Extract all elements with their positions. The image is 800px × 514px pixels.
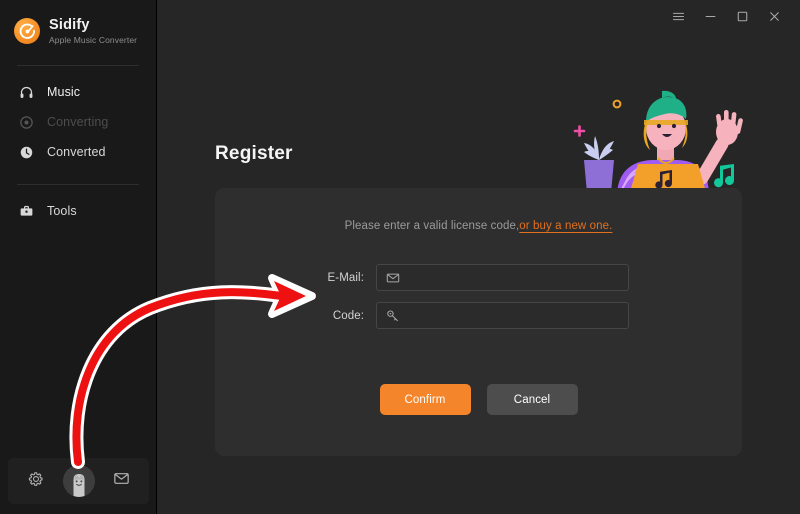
sidebar-item-label: Converting	[47, 115, 109, 129]
sidebar-item-label: Music	[47, 85, 81, 99]
sidebar-item-tools[interactable]: Tools	[0, 196, 156, 226]
buy-license-link[interactable]: or buy a new one.	[519, 220, 612, 232]
page-title: Register	[215, 143, 293, 164]
code-field-row: Code:	[215, 302, 742, 329]
sidebar-item-label: Tools	[47, 204, 77, 218]
code-field-label: Code:	[332, 309, 364, 322]
window-titlebar-controls	[662, 0, 800, 38]
sidebar-item-label: Converted	[47, 145, 106, 159]
settings-button[interactable]	[26, 471, 46, 491]
main-content-area: Register Please enter a valid license co…	[157, 0, 800, 514]
toolbox-icon	[18, 203, 34, 219]
laptop-music-note-icon	[655, 170, 673, 189]
sidify-logo-icon	[14, 18, 40, 44]
cancel-button[interactable]: Cancel	[486, 384, 578, 415]
clock-icon	[18, 144, 34, 160]
key-icon	[385, 308, 400, 323]
user-avatar	[62, 465, 95, 497]
license-hint-row: Please enter a valid license code,or buy…	[215, 220, 742, 232]
email-field[interactable]	[400, 271, 628, 284]
brand-text: Sidify Apple Music Converter	[49, 16, 138, 45]
brand-logo-area: Sidify Apple Music Converter	[0, 0, 156, 48]
sidebar-nav-primary: Music Converting Converted	[0, 66, 156, 167]
sidebar-item-converted[interactable]: Converted	[0, 137, 156, 167]
music-note-decoration	[714, 164, 735, 188]
email-input-wrapper[interactable]	[376, 264, 629, 291]
code-field[interactable]	[400, 309, 628, 322]
minimize-icon	[703, 9, 718, 29]
register-actions: Confirm Cancel	[215, 384, 742, 415]
sidebar: Sidify Apple Music Converter Music Conve…	[0, 0, 157, 514]
sidify-application-window: Sidify Apple Music Converter Music Conve…	[0, 0, 800, 514]
minimize-button[interactable]	[694, 4, 726, 34]
sidebar-item-music[interactable]: Music	[0, 77, 156, 107]
logo-glyph-icon	[19, 23, 35, 39]
envelope-icon	[113, 470, 130, 492]
register-card: Please enter a valid license code,or buy…	[215, 188, 742, 456]
hamburger-menu-icon	[671, 9, 686, 29]
close-button[interactable]	[758, 4, 790, 34]
sidebar-item-converting[interactable]: Converting	[0, 107, 156, 137]
headphones-icon	[18, 84, 34, 100]
maximize-button[interactable]	[726, 4, 758, 34]
feedback-button[interactable]	[111, 471, 131, 491]
sidebar-nav-secondary: Tools	[0, 185, 156, 226]
code-input-wrapper[interactable]	[376, 302, 629, 329]
close-icon	[767, 9, 782, 29]
person-waving-at-laptop-illustration	[573, 90, 743, 196]
brand-subtitle: Apple Music Converter	[49, 35, 138, 45]
confirm-button[interactable]: Confirm	[379, 384, 471, 415]
menu-button[interactable]	[662, 4, 694, 34]
maximize-icon	[735, 9, 750, 29]
envelope-icon	[385, 270, 400, 285]
license-hint-text: Please enter a valid license code,	[344, 220, 520, 232]
sidebar-bottom-toolbar	[8, 458, 149, 504]
email-field-label: E-Mail:	[327, 271, 364, 284]
converting-icon	[18, 114, 34, 130]
email-field-row: E-Mail:	[215, 264, 742, 291]
gear-icon	[28, 471, 44, 492]
brand-name: Sidify	[49, 16, 90, 33]
account-avatar-button[interactable]	[62, 465, 95, 497]
